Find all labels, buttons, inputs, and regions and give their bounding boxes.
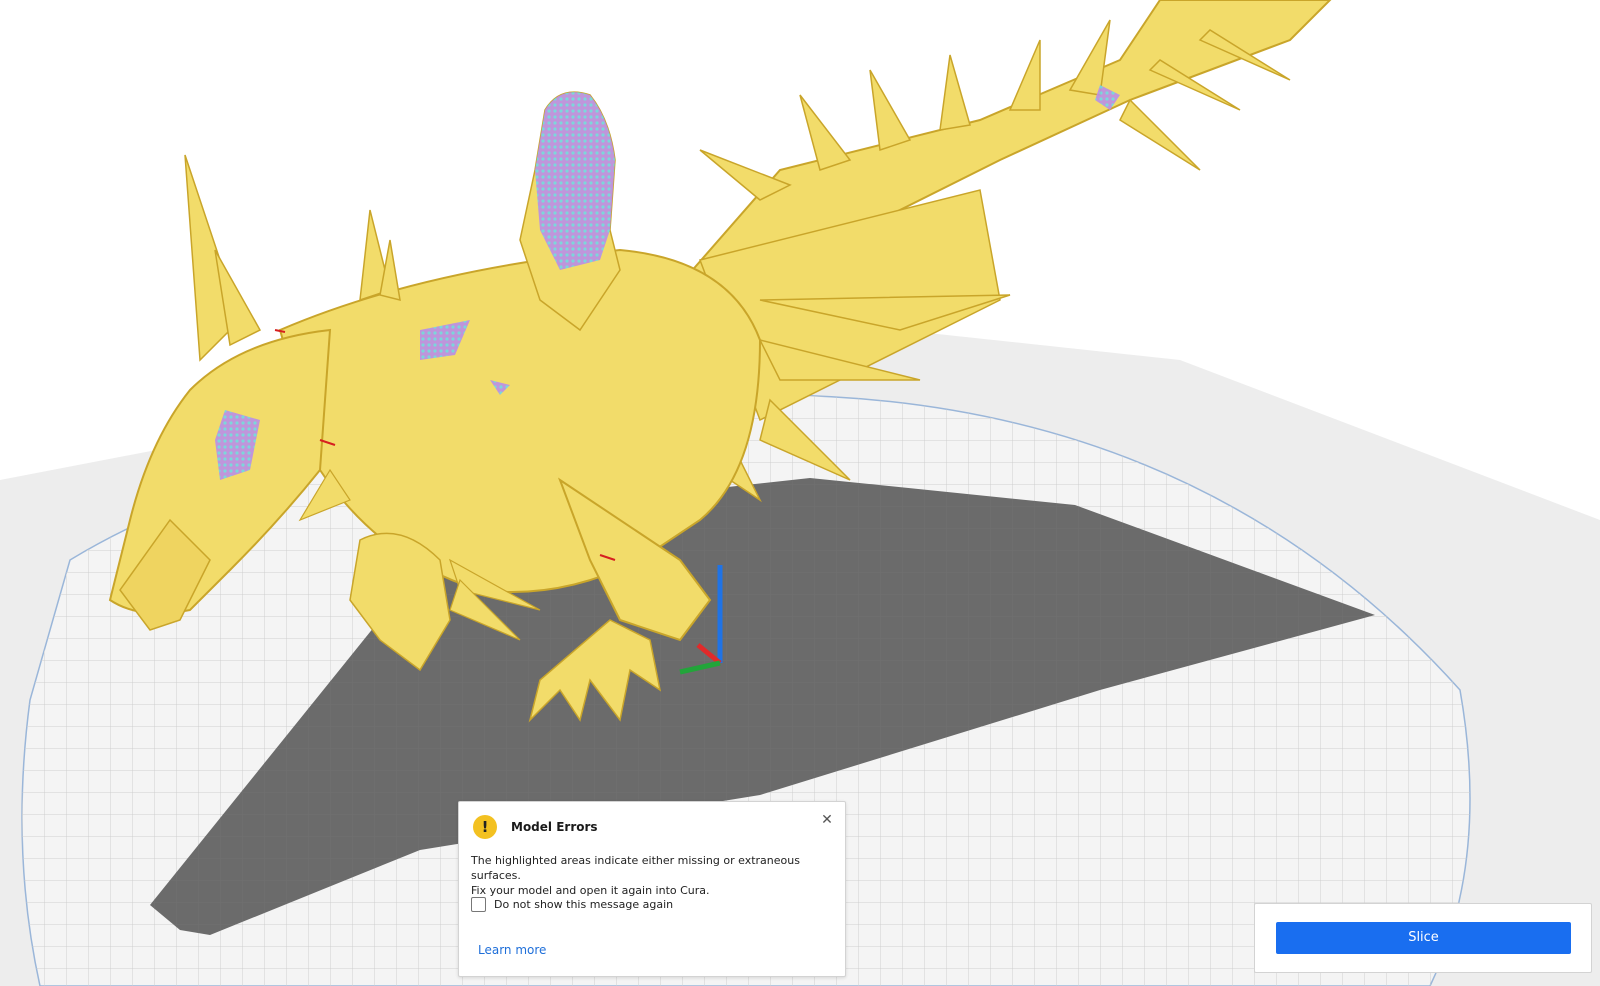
- dont-show-again-checkbox[interactable]: [471, 896, 486, 912]
- model-errors-message: ! Model Errors ✕ The highlighted areas i…: [458, 801, 846, 977]
- learn-more-link[interactable]: Learn more: [478, 943, 546, 957]
- message-body-line1: The highlighted areas indicate either mi…: [471, 854, 800, 882]
- dont-show-again-row[interactable]: Do not show this message again: [471, 895, 673, 913]
- action-panel: Slice: [1254, 903, 1592, 973]
- message-title: Model Errors: [511, 820, 598, 834]
- slice-button[interactable]: Slice: [1276, 922, 1571, 954]
- close-icon[interactable]: ✕: [819, 812, 835, 828]
- 3d-viewport[interactable]: ! Model Errors ✕ The highlighted areas i…: [0, 0, 1600, 986]
- message-body: The highlighted areas indicate either mi…: [471, 853, 835, 898]
- dont-show-again-label[interactable]: Do not show this message again: [494, 898, 673, 911]
- warning-icon: !: [473, 815, 497, 839]
